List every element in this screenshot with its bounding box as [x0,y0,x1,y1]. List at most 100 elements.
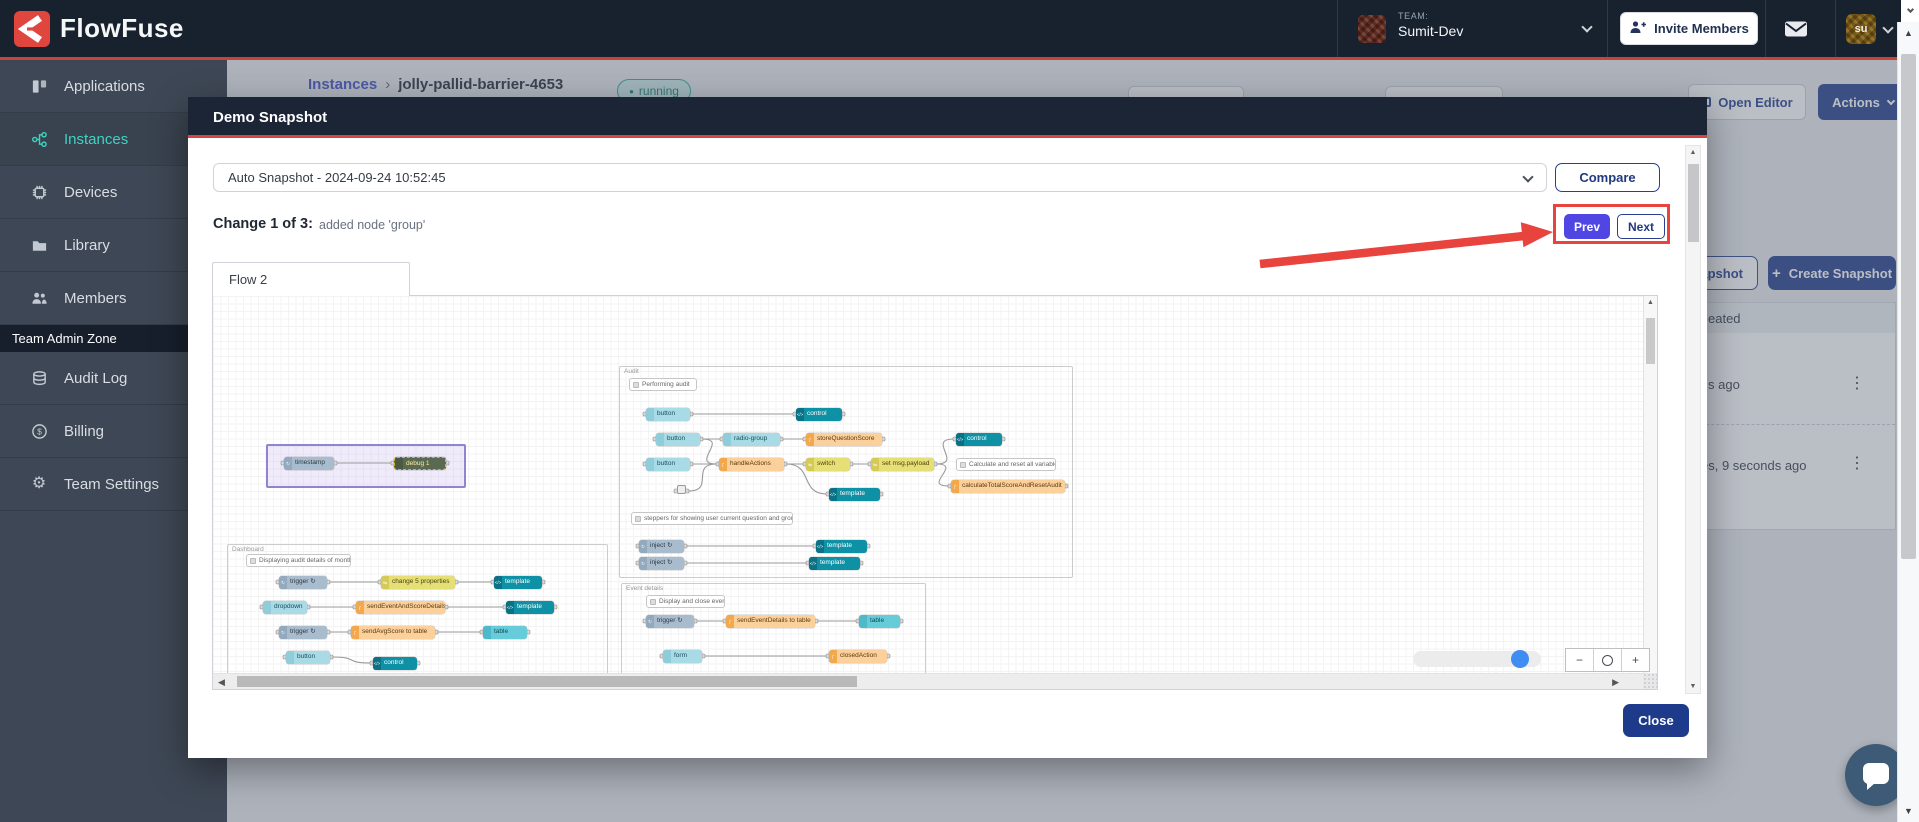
next-button[interactable]: Next [1617,214,1665,239]
scroll-up-icon[interactable]: ▲ [1898,28,1919,38]
widget2-node-icon [483,626,491,639]
team-avatar[interactable] [1358,15,1386,43]
demo-snapshot-modal: Demo Snapshot Auto Snapshot - 2024-09-24… [188,97,1707,758]
scrollbar-thumb[interactable] [237,676,857,687]
flow-node-label: template [820,559,845,566]
scroll-down-icon[interactable]: ▼ [1898,806,1919,816]
widget-node-icon [286,651,294,664]
flow-canvas-content[interactable]: Audit Dashboard Event details ↻ timestamp deb… [213,296,1645,675]
function-node-icon: ƒ [726,615,734,628]
scroll-right-icon[interactable]: ▶ [1612,677,1619,688]
widget-node-icon [723,433,731,446]
browser-scrollbar[interactable]: ▲ ▼ [1897,22,1919,822]
mail-icon[interactable] [1784,20,1808,43]
function-node-icon: ƒ [829,650,837,663]
flow-node: ƒ calculateTotalScoreAndResetAudit [951,480,1065,493]
flow-node-label: table [494,628,509,635]
tealdark-node-icon: </> [809,557,817,570]
zoom-controls: − + [1565,648,1650,672]
invite-members-label: Invite Members [1654,21,1749,36]
function-node-icon: ƒ [719,458,727,471]
flow-node-label: template [827,542,852,549]
team-name[interactable]: Sumit-Dev [1398,23,1463,39]
canvas-horizontal-scrollbar[interactable]: ◀ ▶ [213,673,1645,689]
scrollbar-thumb[interactable] [1646,318,1655,364]
flow-node: </> template [506,601,554,614]
flow-node-label: table [870,617,885,624]
comment-icon [633,381,639,388]
inject-node-icon: ↻ [639,557,647,570]
scroll-up-icon[interactable]: ▲ [1686,149,1700,156]
flow-node-label: dropdown [274,603,303,610]
invite-members-button[interactable]: Invite Members [1620,12,1758,45]
flow-node: </> template [829,488,880,501]
flow-node: ↻ trigger ↻ [279,626,327,639]
flow-group-label: Dashboard [232,546,264,553]
sidebar-item-label: Billing [64,422,105,440]
tab-flow-2[interactable]: Flow 2 [212,262,410,296]
prev-button[interactable]: Prev [1564,214,1610,239]
flow-node: ƒ handleActions [719,458,784,471]
flow-node: button [656,433,700,446]
scroll-left-icon[interactable]: ◀ [218,677,225,688]
brand-title: FlowFuse [60,13,184,43]
flow-node: ↻ timestamp [284,457,334,470]
canvas-vertical-scrollbar[interactable]: ▲ [1643,296,1657,675]
flow-node-label: trigger ↻ [290,628,316,635]
widget2-node-icon [859,615,867,628]
zoom-reset-icon [1602,654,1613,666]
comment-icon [960,461,966,468]
applications-icon [30,77,48,95]
sidebar-item-label: Applications [64,77,145,95]
navbar-divider [1835,0,1836,57]
scrollbar-thumb[interactable] [1688,164,1699,242]
svg-text:$: $ [37,426,42,436]
flow-node: </> control [373,657,417,670]
snapshot-select[interactable]: Auto Snapshot - 2024-09-24 10:52:45 [213,163,1547,192]
flow-node: ⇆ switch [806,458,850,471]
flow-node: </> template [816,540,867,553]
close-button[interactable]: Close [1623,704,1689,737]
instances-icon [30,130,48,148]
database-icon [30,369,48,387]
flow-node-label: sendEventAndScoreDetails [367,603,445,610]
flow-comment: Calculate and reset all variable [956,458,1056,471]
flow-node: ⇆ change 5 properties [381,576,455,589]
flow-node: form [663,650,702,663]
navbar-divider [1337,0,1338,57]
flow-node-label: control [384,659,404,666]
zoom-in-button[interactable]: + [1621,649,1649,671]
tealdark-node-icon: </> [373,657,381,670]
flow-node-label: storeQuestionScore [817,435,875,442]
flow-node-label: form [674,652,687,659]
user-chevron-down-icon[interactable] [1882,22,1894,34]
flow-node-label: template [517,603,542,610]
sidebar-item-label: Library [64,236,110,254]
flow-node-label: button [657,460,676,467]
flow-node: </> template [494,576,542,589]
sidebar-item-label: Members [64,289,127,307]
flow-node-label: control [807,410,827,417]
flow-comment: Displaying audit details of month [246,554,351,567]
sidebar-item-label: Instances [64,130,129,148]
tealdark-node-icon: </> [796,408,804,421]
scrollbar-thumb[interactable] [1901,54,1916,559]
flow-node: ↻ inject ↻ [639,540,684,553]
compare-button[interactable]: Compare [1555,163,1660,192]
zoom-out-button[interactable]: − [1566,649,1593,671]
flow-node-label: set msg.payload [882,460,930,467]
zoom-slider[interactable] [1413,650,1541,668]
flow-node: button [646,408,690,421]
team-chevron-down-icon[interactable] [1581,21,1593,33]
flow-node: debug 1 [394,457,446,470]
zoom-reset-button[interactable] [1593,649,1621,671]
scroll-down-icon[interactable]: ▼ [1686,683,1700,690]
zoom-slider-thumb[interactable] [1511,650,1529,668]
scroll-up-icon[interactable]: ▲ [1644,299,1657,306]
flowfuse-logo-icon[interactable] [14,11,50,47]
comment-icon [635,515,641,522]
flow-node-label: button [297,653,316,660]
modal-vertical-scrollbar[interactable]: ▲ ▼ [1685,145,1701,694]
flow-canvas[interactable]: Audit Dashboard Event details ↻ timestamp deb… [212,295,1658,690]
user-avatar[interactable]: su [1846,14,1876,44]
